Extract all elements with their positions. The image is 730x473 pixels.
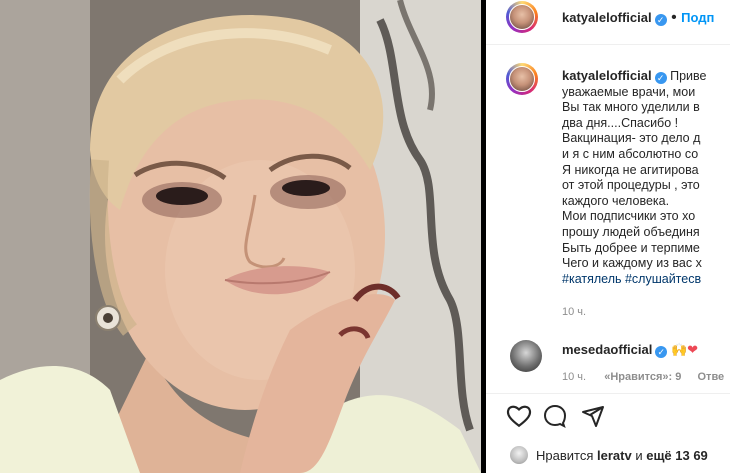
caption-line: каждого человека. bbox=[562, 193, 670, 208]
caption-author-avatar[interactable] bbox=[506, 63, 538, 95]
likes-summary: Нравится leratv и ещё 13 69 bbox=[510, 446, 708, 464]
liker-username[interactable]: leratv bbox=[597, 448, 632, 463]
caption-line: Вакцинация- это дело д bbox=[562, 131, 701, 146]
author-line: katyalelofficial ✓ • Подп bbox=[562, 9, 715, 26]
verified-badge-icon: ✓ bbox=[655, 346, 668, 358]
caption-line: уважаемые врачи, мои bbox=[562, 84, 696, 99]
caption-line: и я с ним абсолютно со bbox=[562, 146, 699, 161]
caption-text: Приве bbox=[670, 69, 707, 83]
caption-line: от этой процедуры , это bbox=[562, 178, 700, 193]
caption-line: Вы так много уделили в bbox=[562, 100, 700, 115]
commenter-username[interactable]: mesedaofficial bbox=[562, 342, 652, 357]
comment-timestamp[interactable]: 10 ч. bbox=[562, 371, 586, 383]
caption-line-1: katyalelofficial ✓ Приве bbox=[562, 68, 730, 85]
comment-meta: 10 ч. «Нравится»: 9 Отве bbox=[562, 371, 724, 383]
post-side-panel: katyalelofficial ✓ • Подп katyalelofficia… bbox=[486, 0, 730, 473]
liker-avatar[interactable] bbox=[510, 446, 528, 464]
author-username[interactable]: katyalelofficial bbox=[562, 10, 652, 25]
comment-text: 🙌❤ bbox=[670, 342, 699, 357]
caption-line: Я никогда не агитирова bbox=[562, 162, 699, 177]
likes-count[interactable]: ещё 13 69 bbox=[646, 448, 708, 463]
post-timestamp[interactable]: 10 ч. bbox=[562, 306, 586, 318]
caption-line: Быть добрее и терпиме bbox=[562, 240, 700, 255]
likes-prefix: Нравится bbox=[536, 448, 594, 463]
author-avatar[interactable] bbox=[506, 1, 538, 33]
caption-line: прошу людей объединя bbox=[562, 224, 700, 239]
comment-icon[interactable] bbox=[542, 404, 568, 433]
post-header: katyalelofficial ✓ • Подп bbox=[486, 0, 730, 45]
share-icon[interactable] bbox=[580, 404, 606, 433]
caption-line: Мои подписчики это хо bbox=[562, 209, 696, 224]
post-caption: katyalelofficial ✓ Приве уважаемые врачи,… bbox=[562, 68, 730, 287]
reply-button[interactable]: Отве bbox=[698, 371, 725, 383]
comment: mesedaofficial ✓ 🙌❤ bbox=[562, 342, 698, 358]
commenter-avatar[interactable] bbox=[510, 340, 542, 372]
divider bbox=[486, 393, 730, 394]
likes-conjunction: и bbox=[635, 448, 643, 463]
follow-button[interactable]: Подп bbox=[681, 10, 714, 25]
caption-hashtags[interactable]: #катялель #слушайтесв bbox=[562, 272, 730, 288]
verified-badge-icon: ✓ bbox=[654, 14, 667, 26]
heart-icon[interactable] bbox=[506, 404, 532, 433]
verified-badge-icon: ✓ bbox=[654, 72, 667, 84]
post-photo[interactable] bbox=[0, 0, 481, 473]
portrait-illustration bbox=[0, 0, 481, 473]
caption-username[interactable]: katyalelofficial bbox=[562, 68, 652, 83]
comment-likes[interactable]: «Нравится»: 9 bbox=[604, 371, 681, 383]
caption-line: два дня....Спасибо ! bbox=[562, 115, 679, 130]
caption-line: Чего и каждому из вас х bbox=[562, 256, 702, 271]
